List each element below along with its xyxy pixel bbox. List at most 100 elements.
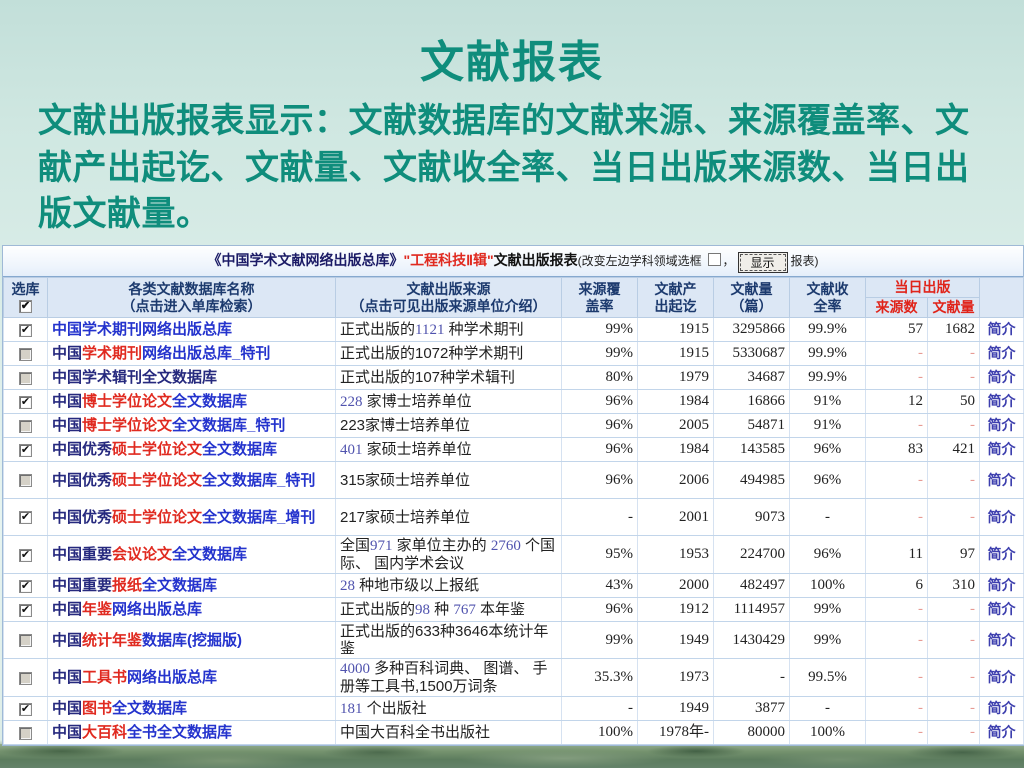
intro-link[interactable]: 简介: [988, 369, 1016, 385]
span-cell: 1912: [637, 597, 714, 622]
row-select-checkbox[interactable]: ✔: [19, 395, 32, 409]
row-select-checkbox[interactable]: ✔: [19, 548, 32, 562]
name-cell: 中国优秀硕士学位论文全文数据库_特刊: [47, 461, 336, 499]
select-cell: ✔: [3, 696, 48, 721]
intro-link[interactable]: 简介: [988, 417, 1016, 433]
row-select-checkbox[interactable]: [19, 671, 32, 685]
name-cell: 中国博士学位论文全文数据库: [47, 389, 336, 414]
today-source-cell: 11: [865, 535, 928, 574]
row-select-checkbox[interactable]: ✔: [19, 579, 32, 593]
intro-link[interactable]: 简介: [988, 724, 1016, 740]
col-header-coverage: 来源覆 盖率: [561, 277, 638, 318]
db-name-link[interactable]: 中国优秀硕士学位论文全文数据库_特刊: [52, 472, 315, 489]
intro-link[interactable]: 简介: [988, 509, 1016, 525]
db-name-link[interactable]: 中国大百科全书全文数据库: [52, 724, 232, 741]
db-name-link[interactable]: 中国学术期刊网络出版总库_特刊: [52, 345, 270, 362]
span-cell: 1973: [637, 658, 714, 697]
volume-cell[interactable]: 5330687: [713, 341, 790, 366]
row-select-checkbox[interactable]: [19, 474, 32, 488]
row-select-checkbox[interactable]: ✔: [19, 443, 32, 457]
row-select-checkbox[interactable]: ✔: [19, 323, 32, 337]
col-header-coverage-line2: 盖率: [585, 297, 614, 314]
intro-cell: 简介: [979, 413, 1024, 438]
select-all-checkbox[interactable]: ✔: [19, 300, 32, 314]
intro-cell: 简介: [979, 621, 1024, 659]
subject-area-checkbox[interactable]: [707, 253, 721, 266]
row-select-checkbox[interactable]: [19, 726, 32, 740]
row-select-checkbox[interactable]: ✔: [19, 603, 32, 617]
row-select-checkbox[interactable]: ✔: [19, 702, 32, 716]
intro-link[interactable]: 简介: [988, 441, 1016, 457]
col-header-today-source: 来源数: [865, 297, 928, 318]
volume-cell[interactable]: 143585: [713, 437, 790, 462]
completeness-cell: 99.5%: [789, 658, 866, 697]
db-name-link[interactable]: 中国年鉴网络出版总库: [52, 601, 202, 618]
db-name-link[interactable]: 中国学术辑刊全文数据库: [52, 369, 217, 386]
intro-link[interactable]: 简介: [988, 601, 1016, 617]
source-cell: 正式出版的98 种 767 本年鉴: [335, 597, 562, 622]
db-name-link[interactable]: 中国博士学位论文全文数据库: [52, 393, 247, 410]
volume-cell[interactable]: -: [713, 658, 790, 697]
today-volume-cell: 50: [927, 389, 980, 414]
completeness-cell: 99%: [789, 597, 866, 622]
db-name-link[interactable]: 中国图书全文数据库: [52, 700, 187, 717]
table-row: ✔ 中国年鉴网络出版总库 正式出版的98 种 767 本年鉴 96% 1912 11149…: [3, 597, 1024, 622]
db-name-link[interactable]: 中国优秀硕士学位论文全文数据库_增刊: [52, 509, 315, 526]
today-volume-cell: -: [927, 658, 980, 697]
today-volume-cell: -: [927, 720, 980, 745]
intro-link[interactable]: 简介: [988, 577, 1016, 593]
row-select-checkbox[interactable]: [19, 419, 32, 433]
col-header-completeness-line2: 全率: [813, 297, 842, 314]
intro-link[interactable]: 简介: [988, 669, 1016, 685]
volume-cell[interactable]: 1430429: [713, 621, 790, 659]
coverage-cell: 96%: [561, 389, 638, 414]
row-select-checkbox[interactable]: ✔: [19, 511, 32, 525]
volume-cell[interactable]: 9073: [713, 498, 790, 536]
volume-cell[interactable]: 16866: [713, 389, 790, 414]
col-header-source-line2: （点击可见出版来源单位介绍）: [350, 297, 547, 314]
intro-link[interactable]: 简介: [988, 345, 1016, 361]
db-name-link[interactable]: 中国统计年鉴数据库(挖掘版): [52, 632, 242, 649]
span-cell: 1949: [637, 621, 714, 659]
intro-link[interactable]: 简介: [988, 700, 1016, 716]
today-volume-cell: -: [927, 597, 980, 622]
intro-link[interactable]: 简介: [988, 632, 1016, 648]
volume-cell[interactable]: 54871: [713, 413, 790, 438]
row-select-checkbox[interactable]: [19, 634, 32, 648]
volume-cell[interactable]: 3877: [713, 696, 790, 721]
today-source-cell: -: [865, 658, 928, 697]
volume-cell[interactable]: 80000: [713, 720, 790, 745]
db-name-link[interactable]: 中国博士学位论文全文数据库_特刊: [52, 417, 285, 434]
volume-cell[interactable]: 494985: [713, 461, 790, 499]
slide: 文献报表 文献出版报表显示：文献数据库的文献来源、来源覆盖率、文献产出起讫、文献…: [0, 0, 1024, 768]
db-name-link[interactable]: 中国优秀硕士学位论文全文数据库: [52, 441, 277, 458]
name-cell: 中国重要会议论文全文数据库: [47, 535, 336, 574]
row-select-checkbox[interactable]: [19, 347, 32, 361]
intro-link[interactable]: 简介: [988, 321, 1016, 337]
name-cell: 中国图书全文数据库: [47, 696, 336, 721]
volume-cell[interactable]: 224700: [713, 535, 790, 574]
intro-cell: 简介: [979, 365, 1024, 390]
volume-cell[interactable]: 1114957: [713, 597, 790, 622]
row-select-checkbox[interactable]: [19, 371, 32, 385]
source-cell: 315家硕士培养单位: [335, 461, 562, 499]
span-cell: 1953: [637, 535, 714, 574]
intro-link[interactable]: 简介: [988, 472, 1016, 488]
coverage-cell: -: [561, 498, 638, 536]
coverage-cell: 99%: [561, 317, 638, 342]
volume-cell[interactable]: 34687: [713, 365, 790, 390]
intro-link[interactable]: 简介: [988, 546, 1016, 562]
intro-cell: 简介: [979, 535, 1024, 574]
db-name-link[interactable]: 中国重要报纸全文数据库: [52, 577, 217, 594]
volume-cell[interactable]: 3295866: [713, 317, 790, 342]
report-rows: ✔ 中国学术期刊网络出版总库 正式出版的1121 种学术期刊 99% 1915 32958…: [3, 317, 1024, 745]
intro-link[interactable]: 简介: [988, 393, 1016, 409]
coverage-cell: 35.3%: [561, 658, 638, 697]
db-name-link[interactable]: 中国重要会议论文全文数据库: [52, 546, 247, 563]
db-name-link[interactable]: 中国工具书网络出版总库: [52, 669, 217, 686]
db-name-link[interactable]: 中国学术期刊网络出版总库: [52, 321, 232, 338]
volume-cell[interactable]: 482497: [713, 573, 790, 598]
name-cell: 中国优秀硕士学位论文全文数据库: [47, 437, 336, 462]
show-button[interactable]: 显示: [737, 252, 788, 273]
completeness-cell: 99.9%: [789, 317, 866, 342]
